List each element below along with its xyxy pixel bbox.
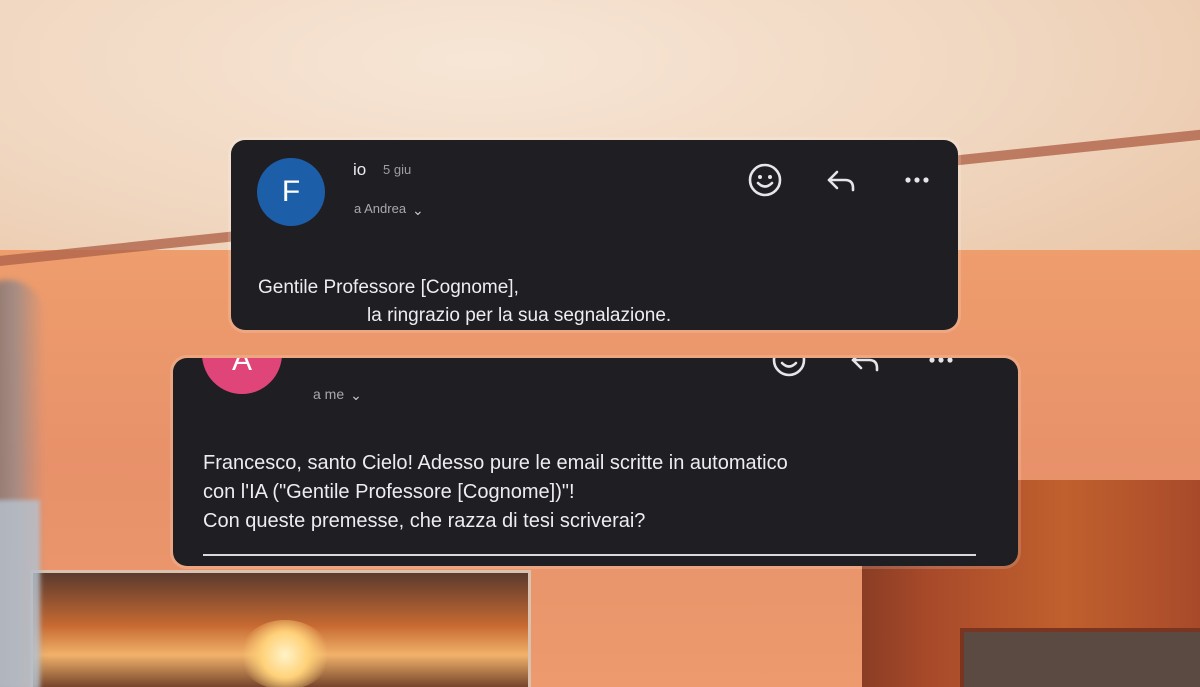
email-body-line: la ringrazio per la sua segnalazione. <box>367 305 672 326</box>
email-actions <box>769 358 961 380</box>
recipient-toggle[interactable]: a Andrea ⌄ <box>354 200 424 218</box>
chevron-down-icon: ⌄ <box>412 202 424 218</box>
chevron-down-icon: ⌄ <box>350 387 362 403</box>
sender-name: io <box>353 160 367 179</box>
more-options-icon[interactable] <box>921 358 961 380</box>
email-body: Gentile Professore [Cognome], la ringraz… <box>258 274 671 330</box>
more-options-icon[interactable] <box>897 160 937 200</box>
emoji-reaction-icon[interactable] <box>745 160 785 200</box>
recipient-toggle[interactable]: a me ⌄ <box>313 385 362 404</box>
email-body-line: Francesco, santo Cielo! Adesso pure le e… <box>203 452 788 474</box>
background-video-frame <box>0 0 1200 687</box>
email-body-line: Con queste premesse, che razza di tesi s… <box>203 510 646 532</box>
email-card-sent[interactable]: F io 5 giu a Andrea ⌄ Gentile Professore… <box>231 140 958 330</box>
recipient-label: a Andrea <box>354 201 407 216</box>
avatar: A <box>202 358 282 394</box>
door-window <box>960 628 1200 687</box>
reply-icon[interactable] <box>821 160 861 200</box>
emoji-reaction-icon[interactable] <box>769 358 809 380</box>
reply-icon[interactable] <box>845 358 885 380</box>
avatar: F <box>257 158 325 226</box>
blurred-person-shirt <box>0 500 40 687</box>
email-body-line: con l'IA ("Gentile Professore [Cognome])… <box>203 481 575 503</box>
email-date: 5 giu <box>383 162 412 177</box>
recipient-label: a me <box>313 385 345 402</box>
avatar-letter: F <box>281 175 301 208</box>
email-greeting: Gentile Professore [Cognome], <box>258 277 519 298</box>
email-card-received[interactable]: A a me ⌄ Francesco, santo Cielo! Adesso … <box>173 358 1018 566</box>
avatar-letter: A <box>231 358 252 377</box>
email-actions <box>745 160 937 200</box>
divider <box>203 554 976 556</box>
email-body: Francesco, santo Cielo! Adesso pure le e… <box>203 449 788 536</box>
painting-sun <box>240 620 330 687</box>
